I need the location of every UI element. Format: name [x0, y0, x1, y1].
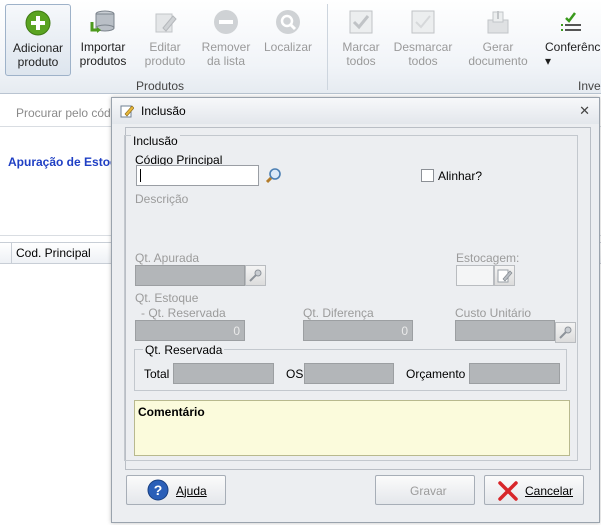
- qt-estoque-input[interactable]: 0: [135, 320, 245, 341]
- total-label: Total: [144, 367, 170, 381]
- mark-all-button[interactable]: Marcar todos: [337, 4, 385, 76]
- save-button-label: Gravar: [410, 484, 447, 498]
- group-label-produtos: Produtos: [135, 79, 185, 93]
- inclusao-dialog: Inclusão ✕ Inclusão Código Principal Ali…: [111, 97, 600, 523]
- mark-all-label: Marcar todos: [342, 40, 380, 68]
- remove-circle-icon: [214, 10, 238, 34]
- qt-diferenca-value: 0: [401, 324, 408, 338]
- total-input[interactable]: [173, 363, 274, 384]
- qt-diferenca-input[interactable]: 0: [303, 320, 413, 341]
- cancel-button-label: Cancelar: [525, 484, 574, 498]
- qt-diferenca-label: Qt. Diferença: [303, 306, 374, 320]
- help-button[interactable]: ? Ajuda: [126, 475, 226, 505]
- ribbon-toolbar: Adicionar produto Importar produtos Edit…: [0, 0, 601, 94]
- text-caret: [140, 169, 141, 182]
- import-products-label: Importar produtos: [79, 40, 127, 68]
- remove-from-list-label: Remover da lista: [201, 40, 251, 68]
- search-products-field[interactable]: Procurar pelo cód: [16, 106, 111, 120]
- comentario-label: Comentário: [138, 405, 205, 419]
- add-product-button[interactable]: Adicionar produto: [5, 4, 71, 76]
- qt-apurada-input[interactable]: [135, 265, 245, 286]
- edit-product-button[interactable]: Editar produto: [138, 4, 192, 76]
- group-separator: [327, 4, 328, 90]
- descricao-label: Descrição: [135, 192, 189, 206]
- inclusao-group-title: Inclusão: [131, 134, 180, 148]
- edit-pencil-icon: [497, 269, 513, 283]
- remove-from-list-button[interactable]: Remover da lista: [198, 4, 254, 76]
- custo-unitario-input[interactable]: [455, 320, 555, 341]
- svg-text:?: ?: [154, 482, 163, 498]
- qt-estoque-value: 0: [233, 324, 240, 338]
- custo-unitario-label: Custo Unitário: [455, 306, 532, 320]
- key-icon: [559, 326, 572, 339]
- qt-estoque-label: Qt. Estoque: [135, 291, 199, 305]
- alinhar-checkbox[interactable]: [421, 169, 434, 182]
- locate-button[interactable]: Localizar: [262, 4, 314, 76]
- comentario-field[interactable]: Comentário: [134, 400, 570, 456]
- search-icon[interactable]: [265, 167, 283, 185]
- database-import-icon: [90, 10, 115, 33]
- conferencia-label: Conferênc ▾: [545, 40, 601, 68]
- column-header-cod-principal[interactable]: Cod. Principal: [16, 246, 91, 260]
- edit-product-label: Editar produto: [144, 40, 186, 68]
- key-icon: [249, 269, 262, 282]
- search-icon: [276, 10, 300, 34]
- estocagem-input[interactable]: [456, 265, 494, 286]
- generate-document-button[interactable]: Gerar documento: [464, 4, 532, 76]
- uncheck-all-icon: [411, 10, 435, 34]
- help-icon: ?: [147, 479, 169, 501]
- custo-unitario-key-button[interactable]: [555, 322, 576, 343]
- check-all-icon: [349, 10, 373, 34]
- unmark-all-button[interactable]: Desmarcar todos: [392, 4, 454, 76]
- alinhar-label: Alinhar?: [438, 169, 483, 183]
- qt-reservada-sub-label: - Qt. Reservada: [141, 306, 226, 320]
- conferencia-dropdown-button[interactable]: Conferênc ▾: [542, 4, 601, 76]
- group-label-inventario: Inve: [578, 79, 601, 93]
- qt-apurada-key-button[interactable]: [245, 265, 266, 286]
- generate-document-icon: [487, 11, 509, 34]
- os-label: OS: [286, 367, 304, 381]
- orcamento-input[interactable]: [469, 363, 560, 384]
- close-icon[interactable]: ✕: [579, 103, 590, 119]
- cancel-x-icon: [498, 481, 518, 501]
- estocagem-edit-button[interactable]: [494, 265, 515, 286]
- checklist-icon: [560, 12, 581, 31]
- os-input[interactable]: [304, 363, 394, 384]
- add-product-label: Adicionar produto: [12, 41, 64, 69]
- orcamento-label: Orçamento: [406, 367, 466, 381]
- unmark-all-label: Desmarcar todos: [393, 40, 453, 68]
- dialog-title: Inclusão: [141, 104, 186, 118]
- edit-pencil-icon: [155, 13, 177, 33]
- import-products-button[interactable]: Importar produtos: [75, 4, 131, 76]
- qt-reservada-group-title: Qt. Reservada: [143, 343, 225, 357]
- estocagem-label: Estocagem:: [456, 251, 520, 265]
- add-circle-icon: [25, 10, 51, 36]
- save-button[interactable]: Gravar: [375, 475, 475, 505]
- edit-note-icon: [120, 105, 134, 118]
- locate-label: Localizar: [263, 40, 313, 54]
- cancel-button[interactable]: Cancelar: [484, 475, 584, 505]
- codigo-principal-input[interactable]: [136, 165, 259, 186]
- generate-document-label: Gerar documento: [468, 40, 528, 68]
- dialog-titlebar[interactable]: Inclusão ✕: [112, 98, 599, 124]
- qt-apurada-label: Qt. Apurada: [135, 251, 200, 265]
- help-button-label: Ajuda: [176, 484, 207, 498]
- section-title: Apuração de Estoq: [8, 155, 118, 169]
- column-separator: [11, 243, 12, 264]
